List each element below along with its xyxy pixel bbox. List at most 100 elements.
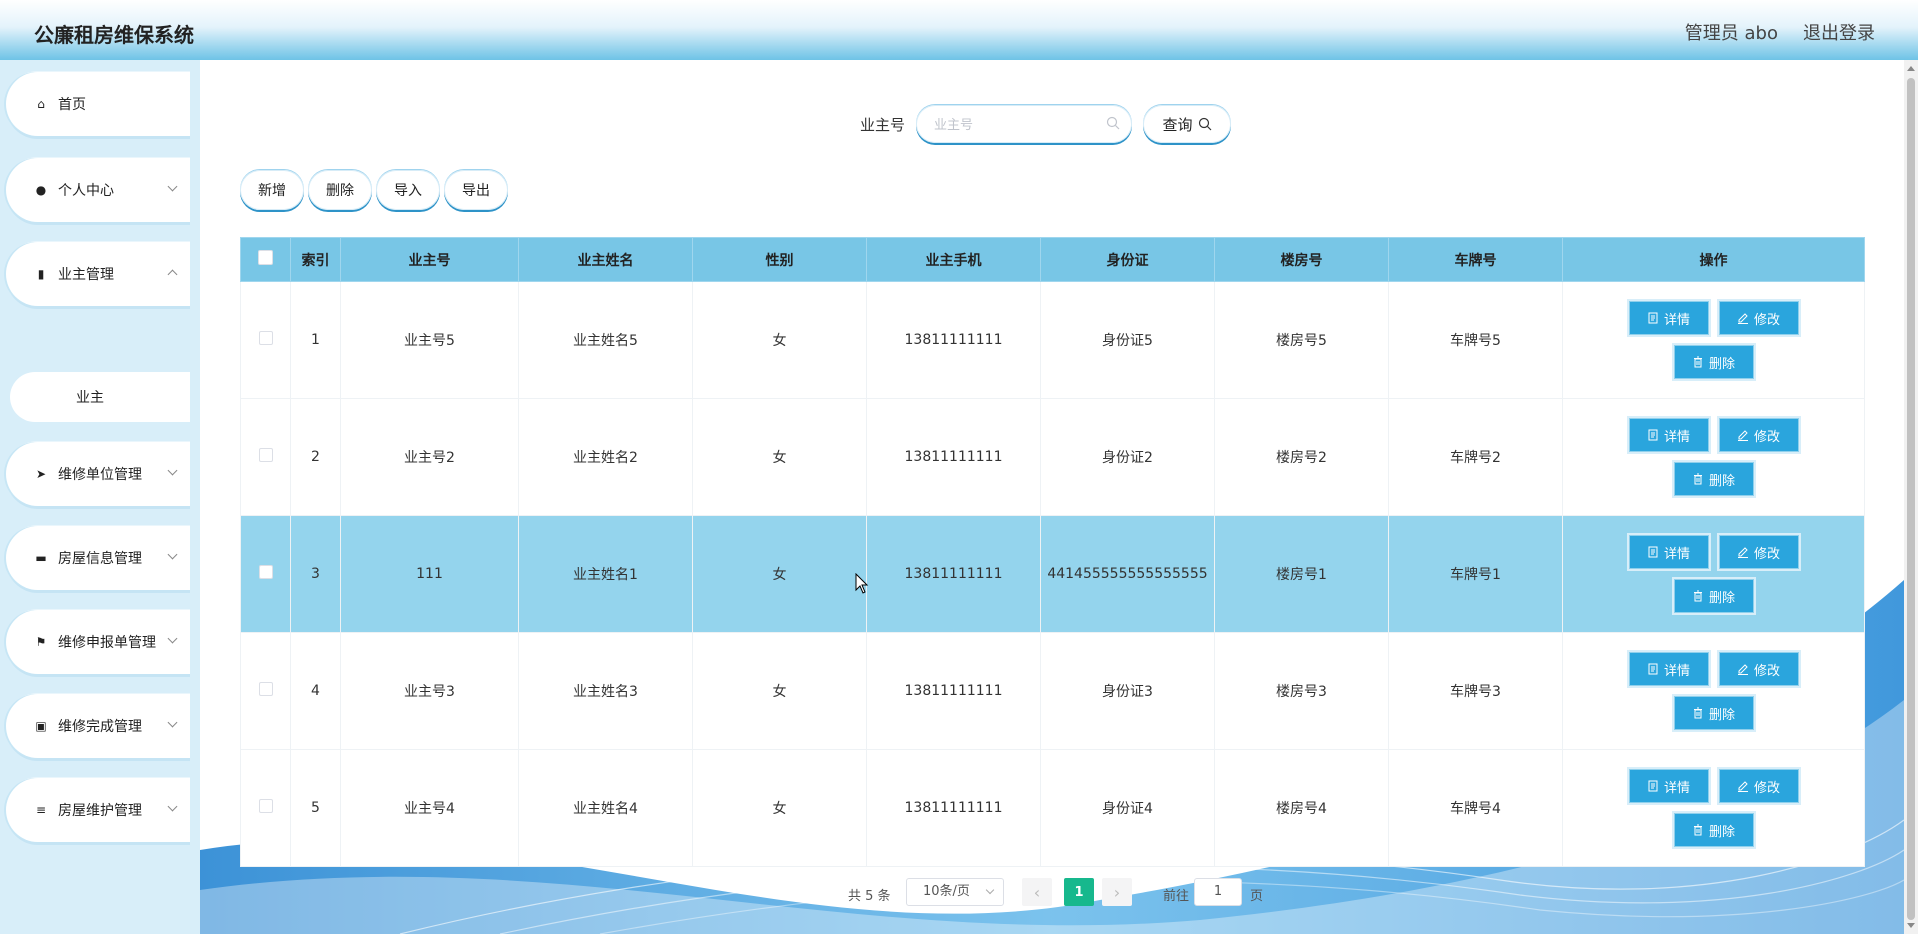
row-checkbox[interactable] bbox=[258, 448, 273, 462]
next-page-button[interactable]: › bbox=[1102, 878, 1132, 906]
search-box bbox=[916, 105, 1132, 143]
sidebar-item-house-info-management[interactable]: ▬ 房屋信息管理 bbox=[6, 526, 190, 590]
column-header[interactable]: 业主手机 bbox=[866, 237, 1041, 282]
column-header[interactable]: 性别 bbox=[692, 237, 867, 282]
table-row[interactable]: 4 业主号3 业主姓名3 女 13811111111 身份证3 楼房号3 车牌号3 详情 修改 删除 bbox=[240, 632, 1865, 750]
table-row[interactable]: 2 业主号2 业主姓名2 女 13811111111 身份证2 楼房号2 车牌号2 详情 修改 删除 bbox=[240, 398, 1865, 516]
edit-icon bbox=[1737, 313, 1748, 324]
cell-owner-no: 业主号3 bbox=[340, 632, 519, 750]
sidebar-item-personal-center[interactable]: ● 个人中心 bbox=[6, 158, 190, 222]
chevron-down-icon bbox=[167, 633, 178, 644]
query-button-label: 查询 bbox=[1162, 115, 1193, 134]
chevron-right-icon: › bbox=[1113, 882, 1121, 902]
sidebar-item-label: 房屋维护管理 bbox=[58, 803, 142, 819]
row-select-cell bbox=[240, 749, 291, 867]
owner-table: 索引 业主号 业主姓名 性别 业主手机 身份证 楼房号 车牌号 操作 1 业主号5… bbox=[240, 237, 1865, 867]
page-unit-label: 页 bbox=[1250, 889, 1264, 904]
import-button[interactable]: 导入 bbox=[376, 170, 440, 210]
detail-button-label: 详情 bbox=[1663, 312, 1690, 328]
sidebar-item-repair-request-management[interactable]: ⚑ 维修申报单管理 bbox=[6, 610, 190, 674]
delete-button[interactable]: 删除 bbox=[308, 170, 372, 210]
cell-name: 业主姓名2 bbox=[518, 398, 693, 516]
edit-button[interactable]: 修改 bbox=[1718, 535, 1799, 569]
search-label: 业主号 bbox=[860, 116, 906, 134]
search-input[interactable] bbox=[934, 113, 1104, 135]
delete-row-button[interactable]: 删除 bbox=[1673, 813, 1754, 847]
page-size-select[interactable]: 10条/页 bbox=[906, 878, 1004, 906]
edit-button[interactable]: 修改 bbox=[1718, 301, 1799, 335]
detail-button[interactable]: 详情 bbox=[1628, 652, 1709, 686]
select-all-checkbox[interactable] bbox=[258, 250, 273, 265]
detail-button[interactable]: 详情 bbox=[1628, 769, 1709, 803]
column-header: 操作 bbox=[1562, 237, 1865, 282]
sidebar-item-house-maintenance-management[interactable]: ≡ 房屋维护管理 bbox=[6, 778, 190, 842]
row-select-cell bbox=[240, 632, 291, 750]
delete-row-button[interactable]: 删除 bbox=[1673, 462, 1754, 496]
prev-page-button[interactable]: ‹ bbox=[1022, 878, 1052, 906]
table-row[interactable]: 5 业主号4 业主姓名4 女 13811111111 身份证4 楼房号4 车牌号4 详情 修改 删除 bbox=[240, 749, 1865, 867]
add-button[interactable]: 新增 bbox=[240, 170, 304, 210]
export-button[interactable]: 导出 bbox=[444, 170, 508, 210]
query-button[interactable]: 查询 bbox=[1143, 105, 1231, 143]
vertical-scrollbar[interactable] bbox=[1904, 60, 1918, 934]
cell-phone: 13811111111 bbox=[866, 749, 1041, 867]
cell-building: 楼房号1 bbox=[1214, 515, 1389, 633]
cell-owner-no: 业主号2 bbox=[340, 398, 519, 516]
column-header[interactable]: 车牌号 bbox=[1388, 237, 1563, 282]
table-row[interactable]: 1 业主号5 业主姓名5 女 13811111111 身份证5 楼房号5 车牌号5 详情 修改 删除 bbox=[240, 281, 1865, 399]
chevron-down-icon bbox=[167, 181, 178, 192]
cell-gender: 女 bbox=[692, 281, 867, 399]
detail-button[interactable]: 详情 bbox=[1628, 535, 1709, 569]
edit-button[interactable]: 修改 bbox=[1718, 769, 1799, 803]
search-bar: 业主号 查询 bbox=[200, 105, 1904, 143]
column-header[interactable]: 业主号 bbox=[340, 237, 519, 282]
delete-button-label: 删除 bbox=[1708, 473, 1735, 489]
trash-icon bbox=[1693, 473, 1702, 485]
row-checkbox[interactable] bbox=[258, 799, 273, 813]
edit-icon bbox=[1737, 547, 1748, 558]
cell-index: 2 bbox=[290, 398, 341, 516]
document-icon bbox=[1648, 546, 1658, 558]
delete-button-label: 删除 bbox=[1708, 824, 1735, 840]
row-checkbox[interactable] bbox=[258, 565, 273, 579]
mouse-cursor-icon bbox=[855, 573, 869, 594]
cell-name: 业主姓名1 bbox=[518, 515, 693, 633]
delete-button-label: 删除 bbox=[1708, 356, 1735, 372]
row-checkbox[interactable] bbox=[258, 682, 273, 696]
cell-building: 楼房号5 bbox=[1214, 281, 1389, 399]
column-header[interactable]: 身份证 bbox=[1040, 237, 1215, 282]
detail-button[interactable]: 详情 bbox=[1628, 301, 1709, 335]
goto-page-input[interactable]: 1 bbox=[1194, 878, 1242, 906]
column-header[interactable]: 楼房号 bbox=[1214, 237, 1389, 282]
sidebar-item-repair-unit-management[interactable]: ➤ 维修单位管理 bbox=[6, 442, 190, 506]
sidebar-item-repair-complete-management[interactable]: ▣ 维修完成管理 bbox=[6, 694, 190, 758]
detail-button-label: 详情 bbox=[1663, 546, 1690, 562]
delete-row-button[interactable]: 删除 bbox=[1673, 345, 1754, 379]
actions-cell: 详情 修改删除 bbox=[1562, 515, 1865, 633]
logout-link[interactable]: 退出登录 bbox=[1803, 19, 1875, 45]
current-page[interactable]: 1 bbox=[1064, 878, 1094, 906]
delete-row-button[interactable]: 删除 bbox=[1673, 579, 1754, 613]
cell-name: 业主姓名4 bbox=[518, 749, 693, 867]
actions-cell: 详情 修改删除 bbox=[1562, 749, 1865, 867]
scroll-down-arrow-icon[interactable] bbox=[1907, 923, 1915, 928]
cell-owner-no: 111 bbox=[340, 515, 519, 633]
detail-button[interactable]: 详情 bbox=[1628, 418, 1709, 452]
edit-button[interactable]: 修改 bbox=[1718, 652, 1799, 686]
chevron-down-icon bbox=[167, 465, 178, 476]
pagination-total: 共 5 条 bbox=[848, 889, 891, 904]
table-row[interactable]: 3 111 业主姓名1 女 13811111111 441455555555555555 楼… bbox=[240, 515, 1865, 633]
sidebar-item-home[interactable]: ⌂ 首页 bbox=[6, 72, 190, 136]
submenu-item-owner[interactable]: 业主 bbox=[10, 372, 190, 422]
scroll-up-arrow-icon[interactable] bbox=[1907, 66, 1915, 71]
delete-row-button[interactable]: 删除 bbox=[1673, 696, 1754, 730]
row-checkbox[interactable] bbox=[258, 331, 273, 345]
column-header[interactable]: 业主姓名 bbox=[518, 237, 693, 282]
edit-button[interactable]: 修改 bbox=[1718, 418, 1799, 452]
sidebar-item-label: 房屋信息管理 bbox=[58, 551, 142, 567]
scroll-thumb[interactable] bbox=[1907, 78, 1915, 920]
chevron-up-icon bbox=[167, 269, 178, 280]
column-header[interactable]: 索引 bbox=[290, 237, 341, 282]
cell-phone: 13811111111 bbox=[866, 281, 1041, 399]
sidebar-item-owner-management[interactable]: ▮ 业主管理 bbox=[6, 242, 190, 306]
